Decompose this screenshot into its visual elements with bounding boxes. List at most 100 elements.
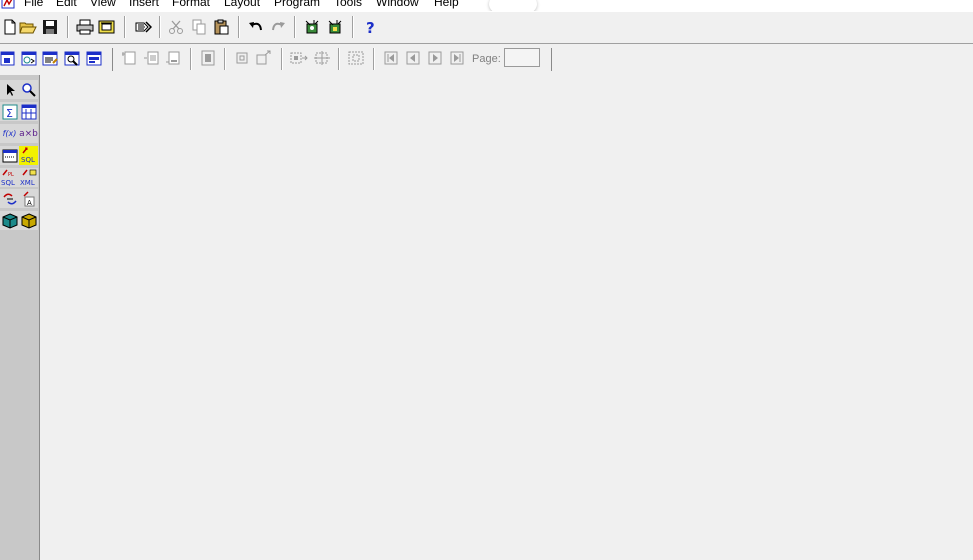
align-group-button[interactable]	[289, 48, 309, 68]
save-disk-icon	[43, 20, 57, 34]
undo-button[interactable]	[246, 17, 266, 37]
footer-icon	[166, 51, 180, 65]
insert-page-number-button[interactable]	[141, 48, 161, 68]
paper-layout-icon	[42, 51, 58, 66]
page-number-field[interactable]	[504, 48, 540, 67]
web-source-icon	[21, 51, 37, 66]
insert-footer-button[interactable]	[163, 48, 183, 68]
separator	[294, 16, 296, 38]
next-page-button[interactable]	[425, 48, 445, 68]
flex-mode-button[interactable]	[232, 48, 252, 68]
separator	[338, 48, 340, 70]
menu-program[interactable]: Program	[274, 0, 320, 9]
jdbc-query-tool-button[interactable]	[0, 211, 19, 230]
page-number-icon	[144, 51, 159, 65]
menu-format[interactable]: Format	[172, 0, 210, 9]
report-workspace[interactable]	[40, 75, 973, 560]
separator	[281, 48, 283, 70]
separator	[352, 16, 354, 38]
copy-icon	[192, 19, 206, 35]
data-link-tool-button[interactable]	[0, 189, 19, 208]
magnify-tool-button[interactable]	[19, 80, 38, 99]
menu-window[interactable]: Window	[376, 0, 419, 9]
last-page-button[interactable]	[447, 48, 467, 68]
text-query-icon: A	[22, 190, 34, 207]
first-page-button[interactable]	[381, 48, 401, 68]
cut-button[interactable]	[166, 17, 186, 37]
report-wizard-button[interactable]	[326, 17, 346, 37]
data-link-icon	[2, 193, 17, 204]
placeholder-column-tool-button[interactable]: a×b	[19, 124, 38, 143]
menu-insert[interactable]: Insert	[129, 0, 159, 9]
flex-move-button[interactable]	[254, 48, 274, 68]
express-cube-icon	[21, 212, 36, 229]
sigma-icon: Σ	[2, 104, 17, 120]
sql-query-tool-button[interactable]: SQL	[19, 146, 38, 165]
scissors-icon	[169, 20, 183, 34]
select-tool-button[interactable]	[0, 80, 19, 99]
last-page-icon	[450, 51, 464, 65]
help-button[interactable]: ?	[360, 17, 380, 37]
redo-button[interactable]	[268, 17, 288, 37]
formula-text: f(x)	[2, 128, 17, 138]
magnifier-icon	[21, 82, 36, 97]
copy-button[interactable]	[189, 17, 209, 37]
text-query-letter: A	[27, 199, 32, 207]
toolbar-grip	[112, 48, 113, 71]
print-button[interactable]	[75, 17, 95, 37]
cross-product-tool-button[interactable]	[19, 102, 38, 121]
paper-design-view-button[interactable]	[62, 48, 82, 68]
page-label: Page:	[472, 53, 501, 65]
confine-mode-button[interactable]	[198, 48, 218, 68]
data-model-wizard-button[interactable]	[303, 17, 323, 37]
web-source-view-button[interactable]	[19, 48, 39, 68]
formula-column-tool-button[interactable]: f(x)	[0, 124, 19, 143]
redo-arrow-icon	[272, 22, 285, 31]
undo-arrow-icon	[249, 22, 262, 31]
tool-palette: Σ f(x) a×b SQL PL SQL XML A	[0, 75, 40, 560]
insert-header-button[interactable]	[119, 48, 139, 68]
sql-text: SQL	[21, 156, 35, 164]
new-document-icon	[4, 19, 16, 35]
menu-tools[interactable]: Tools	[334, 0, 362, 9]
ref-cursor-query-tool-button[interactable]	[0, 146, 19, 165]
menu-file[interactable]: File	[24, 0, 43, 9]
open-button[interactable]	[18, 17, 38, 37]
menu-edit[interactable]: Edit	[56, 0, 77, 9]
select-parent-frame-button[interactable]	[346, 48, 366, 68]
menu-bar: File Edit View Insert Format Layout Prog…	[0, 0, 973, 11]
flex-move-icon	[256, 50, 271, 65]
plsql-query-icon: PLSQL	[1, 169, 14, 187]
print-preview-button[interactable]	[97, 17, 117, 37]
align-group-icon	[290, 52, 308, 64]
xml-query-icon: XML	[20, 169, 36, 187]
paper-parameter-form-view-button[interactable]	[84, 48, 104, 68]
plsql-query-tool-button[interactable]: PL SQL	[0, 168, 19, 187]
xml-query-tool-button[interactable]: XML	[19, 168, 38, 187]
paste-clipboard-icon	[214, 19, 229, 35]
paper-layout-view-button[interactable]	[40, 48, 60, 68]
summary-column-tool-button[interactable]: Σ	[0, 102, 19, 121]
separator	[224, 48, 226, 70]
paper-design-icon	[64, 51, 80, 66]
arrow-pointer-icon	[6, 83, 15, 96]
next-page-icon	[428, 51, 442, 65]
data-model-view-button[interactable]	[0, 48, 17, 68]
menu-view[interactable]: View	[90, 0, 116, 9]
printer-icon	[76, 19, 94, 35]
express-query-tool-button[interactable]	[19, 211, 38, 230]
wizard-wand-icon	[305, 20, 319, 34]
save-button[interactable]	[40, 17, 60, 37]
ref-cursor-icon	[2, 149, 17, 162]
new-document-button[interactable]	[0, 17, 20, 37]
paste-button[interactable]	[211, 17, 231, 37]
run-report-button[interactable]	[133, 17, 153, 37]
menu-layout[interactable]: Layout	[224, 0, 260, 9]
previous-page-button[interactable]	[403, 48, 423, 68]
menu-help[interactable]: Help	[434, 0, 459, 9]
text-query-tool-button[interactable]: A	[19, 189, 38, 208]
distribute-group-button[interactable]	[312, 48, 332, 68]
xml-text: XML	[20, 179, 35, 187]
standard-toolbar: ?	[0, 11, 973, 43]
data-model-icon	[0, 51, 15, 66]
